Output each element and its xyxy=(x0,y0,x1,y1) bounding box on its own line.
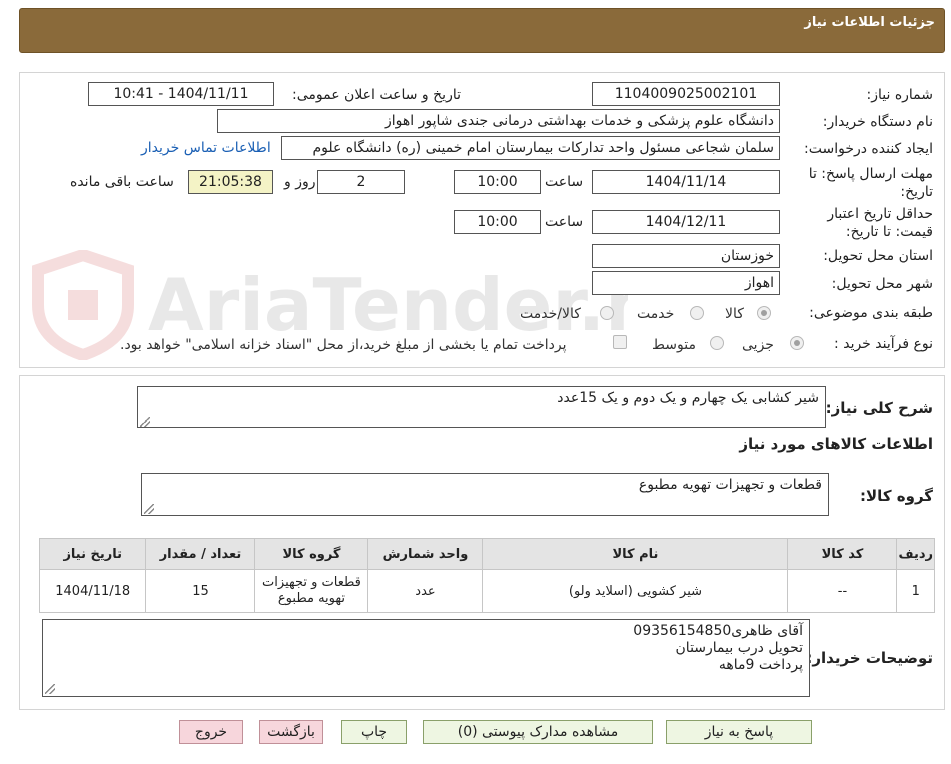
view-attachments-button[interactable]: مشاهده مدارک پیوستی (0) xyxy=(423,720,653,744)
table-header-row: ردیف کد کالا نام کالا واحد شمارش گروه کا… xyxy=(38,538,935,570)
resize-grip-icon[interactable] xyxy=(144,504,154,514)
col-header-row-number: ردیف xyxy=(896,538,935,570)
resize-grip-icon[interactable] xyxy=(140,417,150,427)
category-label: طبقه بندی موضوعی: xyxy=(809,305,933,321)
remaining-time: 21:05:38 xyxy=(188,170,273,194)
goods-group-text: قطعات و تجهیزات تهویه مطبوع xyxy=(638,477,822,493)
city-label: شهر محل تحویل: xyxy=(831,276,933,292)
reply-deadline-time: 10:00 xyxy=(454,170,541,194)
category-radio-service[interactable] xyxy=(690,306,704,320)
col-header-group: گروه کالا xyxy=(254,538,369,570)
cell-group: قطعات و تجهیزات تهویه مطبوع xyxy=(254,569,369,613)
buyer-notes-line: پرداخت 9ماهه xyxy=(718,657,803,673)
goods-group-label: گروه کالا: xyxy=(860,487,933,505)
summary-label: شرح کلی نیاز: xyxy=(825,399,933,417)
process-option-minor: جزیی xyxy=(742,337,774,353)
announce-datetime-label: تاریخ و ساعت اعلان عمومی: xyxy=(292,87,461,103)
cell-need-date: 1404/11/18 xyxy=(38,569,147,613)
cell-quantity: 15 xyxy=(145,569,256,613)
buyer-notes-line: تحویل درب بیمارستان xyxy=(675,640,803,656)
buyer-notes-label: توضیحات خریدار: xyxy=(806,649,933,667)
buyer-org-label: نام دستگاه خریدار: xyxy=(822,114,933,130)
province-field: خوزستان xyxy=(592,244,780,268)
table-row: 1 -- شیر کشویی (اسلاید ولو) عدد قطعات و … xyxy=(38,569,935,613)
goods-table: ردیف کد کالا نام کالا واحد شمارش گروه کا… xyxy=(38,538,935,613)
reply-deadline-label-1: مهلت ارسال پاسخ: تا xyxy=(808,166,933,182)
process-radio-medium[interactable] xyxy=(710,336,724,350)
exit-button[interactable]: خروج xyxy=(179,720,243,744)
cell-row-number: 1 xyxy=(896,569,935,613)
requester-label: ایجاد کننده درخواست: xyxy=(804,141,933,157)
process-radio-minor[interactable] xyxy=(790,336,804,350)
requester-field: سلمان شجاعی مسئول واحد تدارکات بیمارستان… xyxy=(281,136,780,160)
col-header-quantity: تعداد / مقدار xyxy=(145,538,256,570)
cell-name: شیر کشویی (اسلاید ولو) xyxy=(482,569,789,613)
treasury-payment-checkbox[interactable] xyxy=(613,335,627,349)
days-label: روز و xyxy=(284,174,316,190)
reply-time-label: ساعت xyxy=(545,174,584,190)
announce-datetime-field: 1404/11/11 - 10:41 xyxy=(88,82,274,106)
buyer-notes-field: آقای ظاهری09356154850 تحویل درب بیمارستا… xyxy=(42,619,810,697)
process-label: نوع فرآیند خرید : xyxy=(834,336,933,352)
reply-button[interactable]: پاسخ به نیاز xyxy=(666,720,812,744)
buyer-notes-line: آقای ظاهری09356154850 xyxy=(633,623,803,639)
need-number-label: شماره نیاز: xyxy=(866,87,934,103)
buyer-org-field: دانشگاه علوم پزشکی و خدمات بهداشتی درمان… xyxy=(217,109,780,133)
print-button[interactable]: چاپ xyxy=(341,720,407,744)
price-validity-label-1: حداقل تاریخ اعتبار xyxy=(827,206,933,222)
category-radio-goods-service[interactable] xyxy=(600,306,614,320)
province-label: استان محل تحویل: xyxy=(823,248,933,264)
summary-field: شیر کشابی یک چهارم و یک دوم و یک 15عدد xyxy=(137,386,826,428)
cell-unit: عدد xyxy=(367,569,484,613)
category-option-goods: کالا xyxy=(725,306,744,322)
process-option-medium: متوسط xyxy=(652,337,696,353)
goods-group-field: قطعات و تجهیزات تهویه مطبوع xyxy=(141,473,829,516)
remaining-days: 2 xyxy=(317,170,405,194)
summary-text: شیر کشابی یک چهارم و یک دوم و یک 15عدد xyxy=(557,390,819,406)
watermark-text: AriaTender.neT xyxy=(148,263,628,347)
price-validity-time-label: ساعت xyxy=(545,214,584,230)
col-header-need-date: تاریخ نیاز xyxy=(38,538,147,570)
page-title: جزئیات اطلاعات نیاز xyxy=(804,15,935,30)
need-number-field: 1104009025002101 xyxy=(592,82,780,106)
goods-section-title: اطلاعات کالاهای مورد نیاز xyxy=(739,435,933,453)
reply-deadline-label-2: تاریخ: xyxy=(900,184,933,200)
col-header-unit: واحد شمارش xyxy=(367,538,484,570)
col-header-code: کد کالا xyxy=(787,538,898,570)
city-field: اهواز xyxy=(592,271,780,295)
remaining-time-label: ساعت باقی مانده xyxy=(70,174,174,190)
category-option-service: خدمت xyxy=(637,306,675,322)
buyer-contact-link[interactable]: اطلاعات تماس خریدار xyxy=(141,140,271,156)
col-header-name: نام کالا xyxy=(482,538,789,570)
treasury-payment-note: پرداخت تمام یا بخشی از مبلغ خرید،از محل … xyxy=(120,337,567,353)
back-button[interactable]: بازگشت xyxy=(259,720,323,744)
price-validity-label-2: قیمت: تا تاریخ: xyxy=(845,224,933,240)
cell-code: -- xyxy=(787,569,898,613)
price-validity-time: 10:00 xyxy=(454,210,541,234)
category-radio-goods[interactable] xyxy=(757,306,771,320)
category-option-goods-service: کالا/خدمت xyxy=(520,306,581,322)
price-validity-date: 1404/12/11 xyxy=(592,210,780,234)
reply-deadline-date: 1404/11/14 xyxy=(592,170,780,194)
resize-grip-icon[interactable] xyxy=(45,684,55,694)
